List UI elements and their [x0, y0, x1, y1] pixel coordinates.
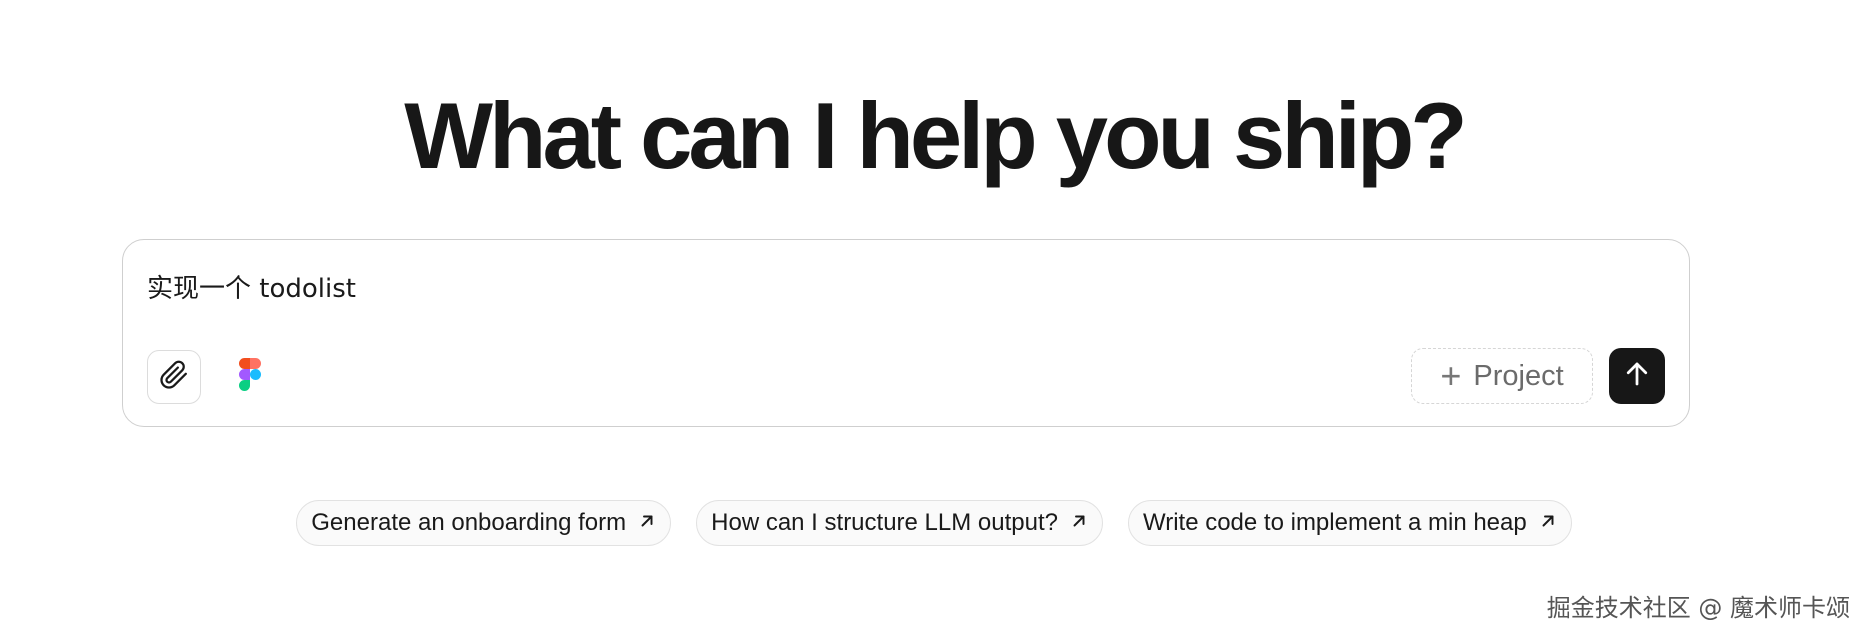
project-label: Project — [1473, 359, 1564, 392]
attach-button[interactable] — [147, 350, 201, 404]
prompt-input[interactable]: 实现一个 todolist — [147, 268, 356, 305]
suggestion-chip[interactable]: Generate an onboarding form — [296, 500, 672, 546]
arrow-up-right-icon — [638, 509, 656, 537]
suggestion-list: Generate an onboarding form How can I st… — [0, 500, 1868, 546]
paperclip-icon — [159, 360, 189, 395]
prompt-composer[interactable]: 实现一个 todolist + Project — [122, 239, 1690, 427]
watermark: 掘金技术社区 @ 魔术师卡颂 — [1546, 594, 1850, 622]
arrow-up-right-icon — [1070, 509, 1088, 537]
arrow-up-right-icon — [1539, 509, 1557, 537]
arrow-up-icon — [1622, 359, 1652, 394]
suggestion-label: How can I structure LLM output? — [711, 509, 1058, 536]
figma-icon — [239, 358, 261, 396]
suggestion-label: Generate an onboarding form — [311, 509, 627, 536]
figma-import-button[interactable] — [223, 350, 277, 404]
send-button[interactable] — [1609, 348, 1665, 404]
suggestion-chip[interactable]: How can I structure LLM output? — [696, 500, 1103, 546]
suggestion-chip[interactable]: Write code to implement a min heap — [1127, 500, 1572, 546]
page-title: What can I help you ship? — [404, 83, 1467, 188]
add-project-button[interactable]: + Project — [1411, 348, 1593, 404]
plus-icon: + — [1440, 355, 1462, 396]
suggestion-label: Write code to implement a min heap — [1142, 509, 1527, 536]
